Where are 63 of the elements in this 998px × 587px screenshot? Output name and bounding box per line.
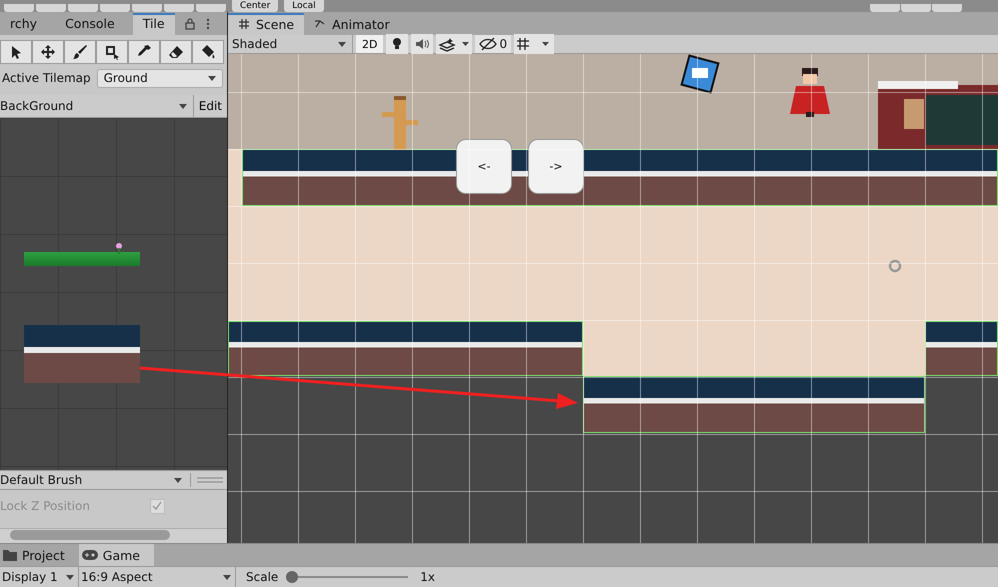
animator-icon xyxy=(314,18,326,30)
panel-tab[interactable]: Tile xyxy=(132,13,175,35)
effects-icon[interactable] xyxy=(436,34,472,54)
grass-tile[interactable] xyxy=(24,252,140,266)
hidden-eye-icon xyxy=(479,37,498,51)
scale-value: 1x xyxy=(420,570,436,584)
slider-thumb[interactable] xyxy=(286,571,298,583)
view-tab[interactable]: Scene xyxy=(228,13,304,35)
panel-tab[interactable]: rchy xyxy=(0,13,48,35)
pivot-button[interactable]: Center xyxy=(232,0,278,12)
aspect-dropdown[interactable]: 16:9 Aspect xyxy=(79,567,236,587)
ground-tile[interactable] xyxy=(24,325,140,383)
arrow-button[interactable]: <- xyxy=(456,139,512,194)
speaker-icon[interactable] xyxy=(411,34,434,54)
lock-z-checkbox[interactable] xyxy=(150,498,165,514)
caret-icon xyxy=(178,104,187,108)
pivot-button[interactable]: Local xyxy=(284,0,324,12)
brush-icon xyxy=(72,44,88,60)
box-select-icon xyxy=(104,44,120,60)
brush-dropdown[interactable]: Default Brush xyxy=(0,473,191,487)
scale-label: Scale xyxy=(246,570,278,584)
hidden-objects-toggle[interactable]: 0 xyxy=(475,35,512,53)
view-tab[interactable]: Animator xyxy=(304,13,400,35)
panel-tab[interactable]: Project xyxy=(0,544,79,566)
caret-icon xyxy=(66,574,74,580)
folder-icon xyxy=(3,550,17,560)
tilemap-dropdown[interactable]: Ground xyxy=(96,68,223,88)
paint-tool-button[interactable] xyxy=(64,40,96,64)
box-tool-button[interactable] xyxy=(96,40,128,64)
picker-tool-button[interactable] xyxy=(128,40,160,64)
scale-slider[interactable] xyxy=(286,571,408,583)
lightbulb-icon[interactable] xyxy=(386,34,408,54)
menu-icon[interactable] xyxy=(197,476,223,484)
character-sprite xyxy=(788,66,832,118)
caret-icon xyxy=(338,42,346,46)
display-dropdown[interactable]: Display 1 xyxy=(0,567,79,587)
more-icon[interactable] xyxy=(204,16,211,30)
paint-bucket-icon xyxy=(200,44,216,60)
panel-tab[interactable]: Game xyxy=(78,544,154,566)
circle-gizmo-icon xyxy=(888,259,902,273)
edit-button[interactable]: Edit xyxy=(194,99,227,113)
shading-dropdown[interactable]: Shaded xyxy=(228,35,353,53)
move-tool-button[interactable] xyxy=(32,40,64,64)
arrow-button[interactable]: -> xyxy=(528,139,584,194)
erase-tool-button[interactable] xyxy=(160,40,192,64)
flower-icon xyxy=(114,242,124,254)
panel-tab[interactable]: Console xyxy=(55,13,125,35)
field-label: Active Tilemap xyxy=(2,71,91,85)
caret-icon xyxy=(223,574,231,580)
grid-icon[interactable] xyxy=(514,34,554,54)
palette-dropdown[interactable]: BackGround xyxy=(0,95,194,117)
2d-toggle[interactable]: 2D xyxy=(356,35,384,53)
caret-icon xyxy=(174,478,182,482)
gamepad-icon xyxy=(82,550,98,560)
caret-icon xyxy=(208,76,216,80)
eraser-icon xyxy=(168,44,184,60)
field-label: Lock Z Position xyxy=(0,499,90,513)
hash-icon xyxy=(238,18,250,30)
horizontal-scrollbar[interactable] xyxy=(0,528,227,543)
select-tool-button[interactable] xyxy=(0,40,32,64)
lock-icon[interactable] xyxy=(182,16,197,30)
fill-tool-button[interactable] xyxy=(192,40,224,64)
move-icon xyxy=(40,44,56,60)
